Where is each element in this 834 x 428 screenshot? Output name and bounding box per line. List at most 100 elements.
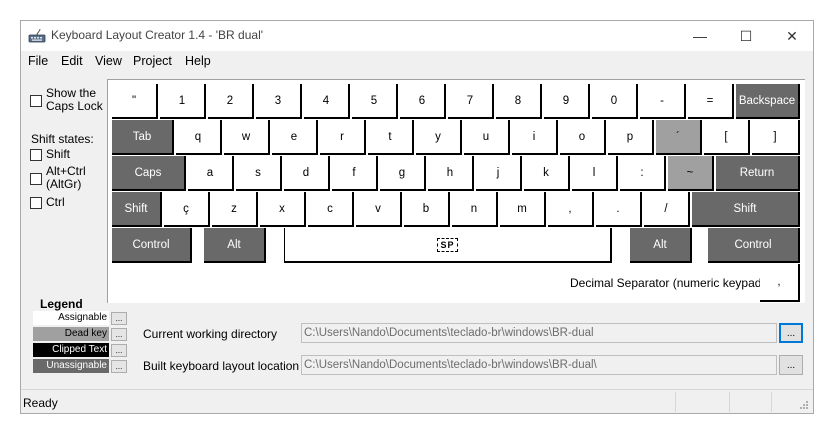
key-x[interactable]: x: [260, 192, 306, 227]
key-b[interactable]: b: [404, 192, 450, 227]
key-h[interactable]: h: [428, 156, 474, 191]
decimal-separator-label: Decimal Separator (numeric keypad): [570, 276, 766, 290]
menu-project[interactable]: Project: [133, 54, 172, 68]
key-s[interactable]: s: [236, 156, 282, 191]
key-n[interactable]: n: [452, 192, 498, 227]
altgr-checkbox[interactable]: [30, 173, 42, 185]
key-right-bracket[interactable]: ]: [752, 120, 800, 155]
key-d[interactable]: d: [284, 156, 330, 191]
legend-assignable-button[interactable]: ...: [111, 312, 127, 325]
key-acute-dead[interactable]: ´: [656, 120, 702, 155]
key-quote[interactable]: ": [112, 84, 158, 119]
key-decimal-separator[interactable]: ,: [760, 264, 800, 302]
key-minus[interactable]: -: [640, 84, 686, 119]
key-w[interactable]: w: [224, 120, 270, 155]
key-j[interactable]: j: [476, 156, 522, 191]
menu-edit[interactable]: Edit: [61, 54, 83, 68]
key-m[interactable]: m: [500, 192, 546, 227]
key-p[interactable]: p: [608, 120, 654, 155]
legend-dead-key: Dead key: [33, 327, 109, 341]
menu-view[interactable]: View: [95, 54, 122, 68]
key-1[interactable]: 1: [160, 84, 206, 119]
key-right-alt[interactable]: Alt: [630, 228, 692, 263]
key-3[interactable]: 3: [256, 84, 302, 119]
key-c[interactable]: c: [308, 192, 354, 227]
key-4[interactable]: 4: [304, 84, 350, 119]
key-colon[interactable]: :: [620, 156, 666, 191]
cwd-field[interactable]: C:\Users\Nando\Documents\teclado-br\wind…: [301, 323, 777, 343]
key-e[interactable]: e: [272, 120, 318, 155]
key-g[interactable]: g: [380, 156, 426, 191]
key-u[interactable]: u: [464, 120, 510, 155]
legend-unassignable-button[interactable]: ...: [111, 360, 127, 373]
show-caps-lock-label: Show the Caps Lock: [46, 86, 103, 113]
key-left-alt[interactable]: Alt: [204, 228, 266, 263]
key-right-control[interactable]: Control: [708, 228, 800, 263]
status-divider: [675, 392, 676, 412]
key-i[interactable]: i: [512, 120, 558, 155]
title-bar: Keyboard Layout Creator 1.4 - 'BR dual' …: [21, 21, 813, 51]
key-return[interactable]: Return: [716, 156, 800, 191]
key-8[interactable]: 8: [496, 84, 542, 119]
key-z[interactable]: z: [212, 192, 258, 227]
key-caps[interactable]: Caps: [112, 156, 186, 191]
key-t[interactable]: t: [368, 120, 414, 155]
cwd-browse-button[interactable]: ...: [779, 323, 803, 343]
minimize-button[interactable]: —: [677, 21, 723, 51]
window-title: Keyboard Layout Creator 1.4 - 'BR dual': [51, 28, 264, 42]
key-c-cedilla[interactable]: ç: [164, 192, 210, 227]
key-tab[interactable]: Tab: [112, 120, 174, 155]
menu-file[interactable]: File: [28, 54, 48, 68]
key-v[interactable]: v: [356, 192, 402, 227]
close-icon: ✕: [786, 27, 798, 44]
status-divider: [729, 392, 730, 412]
keyboard-panel: " 1 2 3 4 5 6 7 8 9 0 - = Backspace Tab …: [107, 79, 805, 303]
status-bar: Ready: [21, 389, 813, 414]
key-r[interactable]: r: [320, 120, 366, 155]
key-y[interactable]: y: [416, 120, 462, 155]
build-location-label: Built keyboard layout location: [143, 359, 300, 373]
build-location-browse-button[interactable]: ...: [779, 355, 803, 375]
maximize-icon: ☐: [739, 27, 753, 44]
key-5[interactable]: 5: [352, 84, 398, 119]
menu-help[interactable]: Help: [185, 54, 211, 68]
shift-states-title: Shift states:: [31, 132, 94, 146]
key-left-bracket[interactable]: [: [704, 120, 750, 155]
shift-checkbox[interactable]: [30, 149, 42, 161]
key-0[interactable]: 0: [592, 84, 638, 119]
key-period[interactable]: .: [596, 192, 642, 227]
status-text: Ready: [23, 396, 58, 410]
legend-clipped-text: Clipped Text: [33, 343, 109, 357]
status-divider: [771, 392, 772, 412]
ctrl-checkbox[interactable]: [30, 197, 42, 209]
key-6[interactable]: 6: [400, 84, 446, 119]
key-space[interactable]: SP: [284, 228, 612, 263]
key-left-control[interactable]: Control: [112, 228, 192, 263]
key-equals[interactable]: =: [688, 84, 734, 119]
key-k[interactable]: k: [524, 156, 570, 191]
key-q[interactable]: q: [176, 120, 222, 155]
key-comma[interactable]: ,: [548, 192, 594, 227]
show-caps-lock-checkbox[interactable]: [30, 95, 42, 107]
close-button[interactable]: ✕: [769, 21, 815, 51]
key-f[interactable]: f: [332, 156, 378, 191]
shift-checkbox-label: Shift: [46, 147, 71, 161]
key-tilde-dead[interactable]: ~: [668, 156, 714, 191]
key-slash[interactable]: /: [644, 192, 690, 227]
legend-clipped-text-button[interactable]: ...: [111, 344, 127, 357]
app-window: Keyboard Layout Creator 1.4 - 'BR dual' …: [20, 20, 814, 414]
key-9[interactable]: 9: [544, 84, 590, 119]
resize-grip-icon[interactable]: [799, 400, 809, 410]
key-7[interactable]: 7: [448, 84, 494, 119]
key-2[interactable]: 2: [208, 84, 254, 119]
key-o[interactable]: o: [560, 120, 606, 155]
key-l[interactable]: l: [572, 156, 618, 191]
menu-bar: File Edit View Project Help: [21, 51, 813, 73]
key-right-shift[interactable]: Shift: [692, 192, 800, 227]
maximize-button[interactable]: ☐: [723, 21, 769, 51]
key-backspace[interactable]: Backspace: [736, 84, 800, 119]
key-a[interactable]: a: [188, 156, 234, 191]
build-location-field[interactable]: C:\Users\Nando\Documents\teclado-br\wind…: [301, 355, 777, 375]
legend-dead-key-button[interactable]: ...: [111, 328, 127, 341]
key-left-shift[interactable]: Shift: [112, 192, 162, 227]
